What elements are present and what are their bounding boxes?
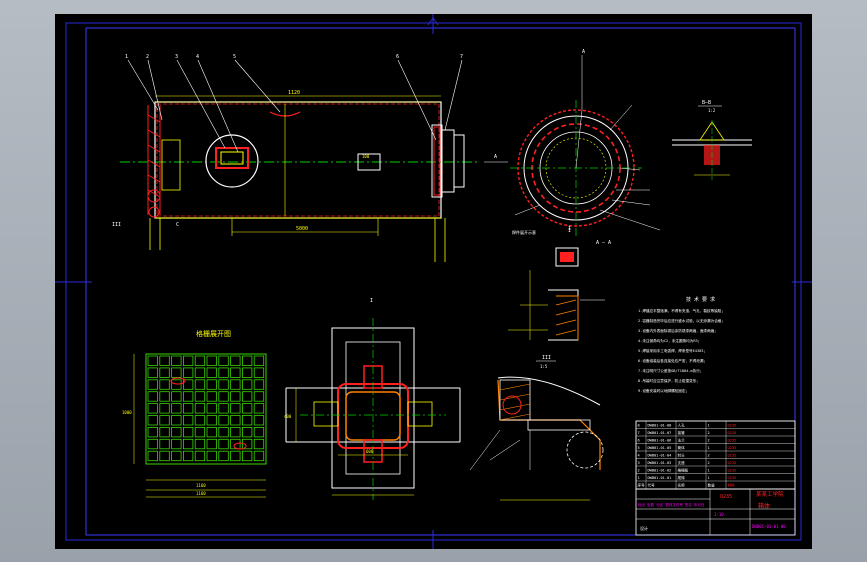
tech-requirement-line: 8.吊装时应注意保护，防止碰撞变形；	[638, 378, 700, 383]
manhole-dim-w: 600	[366, 449, 374, 454]
table-cell: 数量	[708, 483, 716, 488]
tech-requirements-title: 技 术 要 求	[686, 296, 715, 303]
table-cell: 1	[708, 446, 710, 450]
table-cell: DWB01-01-06	[648, 439, 672, 443]
table-cell: 爬梯	[678, 475, 686, 480]
table-cell: DWB01-01-01	[648, 476, 672, 480]
table-cell: 1	[708, 424, 710, 428]
table-cell: 1	[638, 476, 640, 480]
balloon-6: 6	[396, 54, 399, 60]
table-cell: DWB01-01-03	[648, 461, 672, 465]
table-cell: Q235	[728, 461, 737, 465]
detail-iii-scale: 1:5	[540, 364, 548, 369]
table-cell: 2	[708, 431, 710, 435]
tech-requirement-line: 1.焊缝应平整饱满，不得有夹渣、气孔、裂纹等缺陷；	[638, 308, 725, 313]
table-cell: 接管	[678, 430, 686, 435]
table-cell: 材料	[728, 483, 736, 488]
table-cell: 人孔	[678, 423, 686, 428]
manhole-label-i: I	[370, 298, 373, 304]
elevation-tag-c: C	[176, 222, 179, 228]
balloon-1: 1	[125, 54, 128, 60]
detail-i-title: I	[568, 228, 571, 234]
grid-dim-1: 1160	[196, 483, 206, 488]
plan-section-label: A — A	[596, 240, 611, 246]
grid-dim-2: 1160	[196, 491, 206, 496]
table-cell: Q235	[728, 469, 737, 473]
table-cell: 法兰	[678, 438, 686, 443]
elevation-tag-iii: III	[112, 222, 121, 228]
table-cell: 2	[708, 439, 710, 443]
cad-viewport[interactable]: 1120 5000 100 1 2 3 4 5 6 7 A C III A — …	[0, 0, 867, 562]
table-cell: 3	[638, 461, 640, 465]
title-scale: 1:10	[714, 512, 724, 517]
nameplate-label: 100	[362, 154, 370, 159]
title-design: 设计	[640, 525, 648, 531]
table-cell: 6	[638, 439, 640, 443]
table-cell: DWB01-01-08	[648, 424, 672, 428]
table-cell: 序号	[638, 483, 646, 488]
table-cell: DWB01-01-04	[648, 454, 672, 458]
title-drawing-no: DWB01-01-01-00	[752, 524, 786, 529]
elevation-tag-a: A	[494, 154, 497, 160]
table-cell: DWB01-01-07	[648, 431, 672, 435]
table-cell: 2	[638, 469, 640, 473]
table-cell: 封头	[678, 453, 686, 458]
table-cell: 4	[638, 454, 640, 458]
table-cell: 2	[708, 461, 710, 465]
detail-iii-title: III	[542, 355, 551, 361]
title-school: 某某工学院	[756, 490, 784, 498]
table-cell: Q235	[728, 424, 737, 428]
table-cell: 代号	[648, 483, 656, 488]
manhole-dim-h: 400	[284, 414, 292, 419]
table-cell: DWB01-01-05	[648, 446, 672, 450]
table-cell: Q235	[728, 439, 737, 443]
balloon-4: 4	[196, 54, 199, 60]
balloon-3: 3	[175, 54, 178, 60]
section-bb-title: B—B	[702, 100, 711, 106]
tech-requirement-line: 9.设备安装时以地脚螺栓固定；	[638, 388, 689, 393]
grid-dim-3: 1000	[122, 410, 132, 415]
title-material: Q235	[720, 494, 732, 500]
balloon-7: 7	[460, 54, 463, 60]
table-cell: 支座	[678, 460, 686, 465]
table-cell: 5	[638, 446, 640, 450]
table-cell: 1	[708, 476, 710, 480]
tech-requirement-line: 4.未注倒角均为C2，未注圆角均为R3；	[638, 338, 701, 343]
table-cell: 8	[638, 424, 640, 428]
tech-requirement-line: 7.未注明尺寸公差按GB/T1804-m执行；	[638, 368, 704, 373]
elevation-dim-bottom: 5000	[296, 226, 308, 232]
title-name: 箱体	[758, 502, 770, 510]
table-cell: Q235	[728, 446, 737, 450]
tech-requirement-line: 2.容器制造完毕后应进行盛水试验，以无渗漏为合格；	[638, 318, 725, 323]
tech-requirement-line: 6.设备组装后各连接处应严密，不得泄漏；	[638, 358, 707, 363]
section-bb-scale: 1:2	[708, 108, 716, 113]
table-cell: 筒体	[678, 445, 686, 450]
balloon-5: 5	[233, 54, 236, 60]
grid-plate-title: 格栅展开图	[196, 329, 231, 338]
table-cell: Q235	[728, 431, 737, 435]
tech-requirement-line: 3.设备内外表面除锈后涂防锈漆两遍，面漆两遍；	[638, 328, 718, 333]
plan-note: 焊件展开示意	[512, 229, 536, 235]
table-cell: DWB01-01-02	[648, 469, 672, 473]
tech-requirement-line: 5.焊接采用手工电弧焊，焊条型号E4303；	[638, 348, 707, 353]
table-cell: 格栅板	[678, 468, 689, 473]
table-cell: 名称	[678, 483, 686, 488]
balloon-2: 2	[146, 54, 149, 60]
table-cell: 2	[708, 454, 710, 458]
table-cell: 7	[638, 431, 640, 435]
title-left-note: 标记 处数 分区 更改文件号 签名 年月日	[638, 502, 705, 507]
plan-tag-a: A	[582, 49, 585, 55]
table-cell: 1	[708, 469, 710, 473]
table-cell: Q235	[728, 476, 737, 480]
drawing-canvas[interactable]: 1120 5000 100 1 2 3 4 5 6 7 A C III A — …	[0, 0, 867, 562]
table-cell: Q235	[728, 454, 737, 458]
drawing-sheet	[55, 14, 812, 549]
elevation-dim-top: 1120	[288, 90, 300, 96]
